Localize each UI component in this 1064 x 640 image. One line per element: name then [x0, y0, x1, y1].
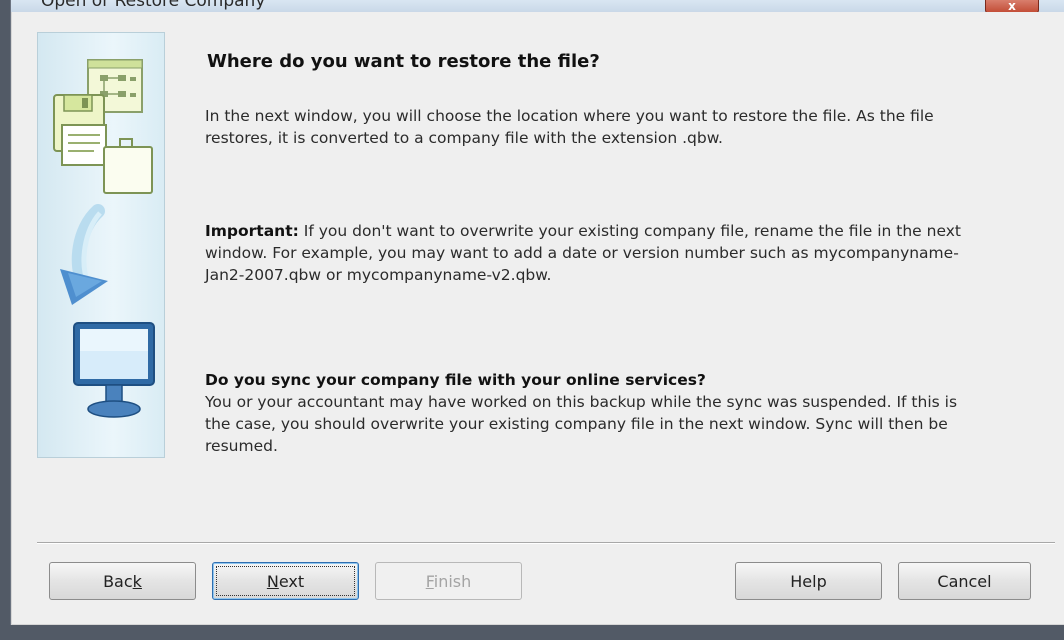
close-button[interactable]: x — [985, 0, 1039, 12]
title-bar[interactable]: Open or Restore Company x — [11, 0, 1064, 12]
button-separator — [37, 542, 1055, 544]
window-title: Open or Restore Company — [41, 0, 266, 11]
illustration-panel — [37, 32, 165, 458]
finish-button[interactable]: Finish — [375, 562, 522, 600]
document-icon — [61, 124, 107, 166]
help-button[interactable]: Help — [735, 562, 882, 600]
important-body: If you don't want to overwrite your exis… — [205, 222, 961, 284]
back-button[interactable]: Back — [49, 562, 196, 600]
intro-text: In the next window, you will choose the … — [205, 107, 934, 147]
sync-heading: Do you sync your company file with your … — [205, 371, 706, 389]
sync-section: Do you sync your company file with your … — [205, 369, 965, 457]
briefcase-icon — [103, 138, 153, 194]
sync-body: You or your accountant may have worked o… — [205, 393, 958, 455]
page-title: Where do you want to restore the file? — [207, 51, 600, 72]
back-mnemonic: k — [132, 572, 142, 591]
illustration-graphic — [53, 59, 155, 418]
curved-arrow-icon — [60, 204, 108, 305]
important-label: Important: — [205, 222, 299, 240]
restore-dialog: Open or Restore Company x Where do you w… — [10, 0, 1064, 625]
cancel-button[interactable]: Cancel — [898, 562, 1031, 600]
important-text: Important: If you don't want to overwrit… — [205, 220, 965, 286]
next-label: ext — [278, 572, 305, 591]
finish-mnemonic: F — [425, 572, 434, 591]
close-icon: x — [1008, 0, 1016, 12]
next-mnemonic: N — [266, 572, 279, 591]
monitor-icon — [73, 322, 155, 418]
cancel-label: Cancel — [937, 572, 992, 591]
help-label: Help — [790, 572, 827, 591]
back-label: Bac — [103, 572, 133, 591]
finish-label: inish — [433, 572, 472, 591]
next-button[interactable]: Next — [212, 562, 359, 600]
